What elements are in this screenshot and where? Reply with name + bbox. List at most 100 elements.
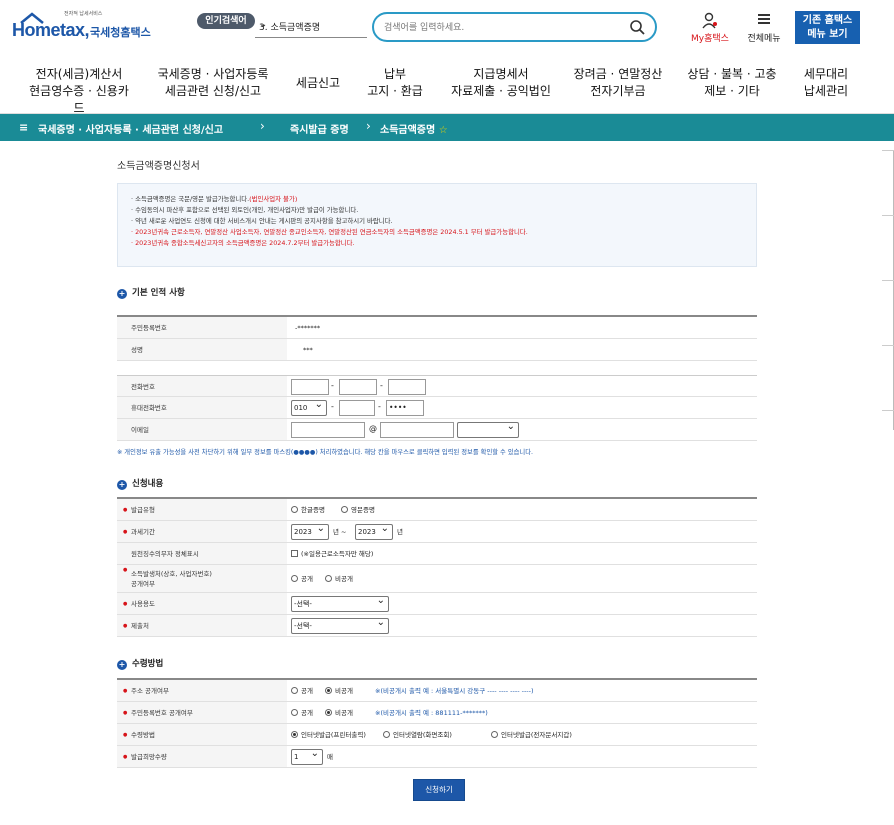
row-addr-disclose: 주소 공개여부 공개 비공개 ※(비공개시 출력 예 : 서울특별시 강동구 -… (117, 680, 757, 702)
breadcrumb-current: 소득금액증명 ☆ (380, 121, 448, 136)
all-menu-button[interactable]: 전체메뉴 (741, 12, 787, 44)
radio-label: 비공개 (335, 709, 353, 717)
page-title: 소득금액증명신청서 (117, 161, 200, 172)
notice-text: · 수임동의시 파산후 포함으로 선택된 외토인(개인, 개인사업자)만 발급이… (131, 206, 359, 214)
apply-submit-button[interactable]: 신청하기 (413, 779, 465, 801)
old-menu-line2: 메뉴 보기 (807, 29, 848, 40)
rrn-private-radio[interactable]: 비공개 (325, 702, 353, 724)
breadcrumb-root[interactable]: 국세증명 · 사업자등록 · 세금관련 신청/신고 (38, 121, 223, 136)
section-receive-heading: + 수령방법 (117, 657, 163, 670)
english-cert-radio[interactable]: 영문증명 (341, 499, 375, 521)
addr-public-radio[interactable]: 공개 (291, 680, 313, 702)
row-disclose: 소득발생처(상호, 사업자번호) 공개여부 공개 비공개 (117, 565, 757, 593)
nav-tax-agent[interactable]: 세무대리 납세관리 (796, 66, 856, 100)
search-icon[interactable] (629, 19, 645, 35)
my-hometax-button[interactable]: My홈택스 (686, 12, 734, 44)
nav-certificates[interactable]: 국세증명 · 사업자등록 세금관련 신청/신고 (152, 66, 274, 100)
nav-payment[interactable]: 납부 고지 · 환급 (362, 66, 428, 100)
mobile-part3-input[interactable]: •••• (386, 400, 424, 416)
apply-table: 발급유형 한글증명 영문증명 과세기간 2023 년 ~ 2023 년 원천징수… (117, 497, 757, 637)
radio-icon (291, 506, 298, 513)
addr-private-radio[interactable]: 비공개 (325, 680, 353, 702)
disclose-public-radio[interactable]: 공개 (291, 565, 313, 593)
row-rrn: 주민등록번호 -******* (117, 317, 757, 339)
rrn-note: ※(비공개시 출력 예 : 881111-*******) (375, 709, 488, 717)
row-use: 사용용도 -선택- (117, 593, 757, 615)
year-from-select[interactable]: 2023 (291, 522, 329, 540)
email-label: 이메일 (117, 419, 287, 440)
logo-hometax: Hometax, (12, 20, 90, 40)
nav-label: 지급명세서 (473, 67, 529, 81)
phone-part3-input[interactable] (388, 379, 426, 395)
radio-icon (325, 575, 332, 582)
old-menu-button[interactable]: 기존 홈택스 메뉴 보기 (795, 11, 860, 44)
radio-icon (291, 731, 298, 738)
popular-keyword-select[interactable]: 3. 소득금액증명 ⌄ (255, 16, 367, 38)
radio-label: 영문증명 (351, 506, 375, 514)
nav-label: 상담 · 불복 · 고충 (687, 67, 777, 81)
phone-part2-input[interactable] (339, 379, 377, 395)
radio-label: 비공개 (335, 687, 353, 695)
old-menu-line1: 기존 홈택스 (802, 15, 853, 26)
disclose-private-radio[interactable]: 비공개 (325, 565, 353, 593)
nav-sublabel: 전자기부금 (590, 84, 646, 98)
row-method: 수령방법 인터넷발급(프린터출력) 인터넷열람(화면조회) 인터넷발급(전자문서… (117, 724, 757, 746)
radio-icon (325, 687, 332, 694)
chevron-down-icon: ⌄ (259, 19, 268, 30)
nav-sublabel: 납세관리 (803, 84, 849, 98)
breadcrumb: ≡ 국세증명 · 사업자등록 · 세금관련 신청/신고 › 즉시발급 증명 › … (0, 114, 894, 141)
email-id-input[interactable] (291, 422, 365, 438)
notice-box: · 소득금액증명은 국문/영문 발급가능합니다.(법인사업자 불가) · 수임동… (117, 183, 757, 267)
breadcrumb-current-label: 소득금액증명 (380, 125, 436, 136)
radio-icon (341, 506, 348, 513)
mobile-prefix-select[interactable]: 010 (291, 398, 327, 416)
use-select[interactable]: -선택- (291, 594, 389, 612)
email-domain-select[interactable] (457, 420, 519, 438)
nav-label: 전자(세금)계산서 (35, 67, 123, 81)
submit-to-select[interactable]: -선택- (291, 616, 389, 634)
count-unit: 매 (327, 753, 333, 761)
nav-incentive[interactable]: 장려금 · 연말정산 전자기부금 (570, 66, 666, 100)
row-submit-to: 제출처 -선택- (117, 615, 757, 637)
row-mobile: 휴대전화번호 010 - - •••• (117, 397, 757, 419)
radio-icon (291, 709, 298, 716)
method-view-radio[interactable]: 인터넷열람(화면조회) (383, 724, 452, 746)
phone-part1-input[interactable] (291, 379, 329, 395)
section-title: 신청내용 (132, 479, 164, 489)
korean-cert-radio[interactable]: 한글증명 (291, 499, 325, 521)
section-basic-heading: + 기본 인적 사항 (117, 286, 185, 299)
nav-label: 납부 (383, 67, 407, 81)
divider (882, 280, 894, 281)
my-hometax-label: My홈택스 (691, 34, 729, 44)
menu-icon[interactable]: ≡ (19, 121, 28, 134)
mobile-part2-input[interactable] (339, 400, 375, 416)
year-to-select[interactable]: 2023 (355, 522, 393, 540)
nav-e-invoice[interactable]: 전자(세금)계산서 현금영수증 · 신용카드 (24, 66, 134, 117)
nav-payment-statement[interactable]: 지급명세서 자료제출 · 공익법인 (446, 66, 556, 100)
disclose-label-line2: 공개여부 (131, 580, 155, 588)
dash: - (380, 381, 383, 390)
rrn-label: 주민등록번호 (117, 317, 287, 338)
notice-red-text: · 2023년귀속 종합소득세신고자의 소득금액증명은 2024.7.2부터 발… (131, 239, 355, 247)
hometax-logo[interactable]: 전자적 납세서비스 Hometax, 국세청홈택스 (12, 10, 157, 44)
method-label: 수령방법 (117, 724, 287, 746)
method-print-radio[interactable]: 인터넷발급(프린터출력) (291, 724, 366, 746)
section-title: 수령방법 (132, 659, 164, 669)
nav-tax-report[interactable]: 세금신고 (290, 75, 346, 92)
radio-icon (325, 709, 332, 716)
search-input[interactable] (384, 20, 624, 36)
email-domain-input[interactable] (380, 422, 454, 438)
chevron-right-icon: › (260, 119, 265, 133)
count-select[interactable]: 1 (291, 747, 323, 765)
method-wallet-radio[interactable]: 인터넷발급(전자문서지갑) (491, 724, 572, 746)
breadcrumb-mid[interactable]: 즉시발급 증명 (290, 121, 349, 136)
withholding-checkbox[interactable]: (※일용근로소득자만 해당) (291, 543, 373, 565)
logo-tagline: 전자적 납세서비스 (64, 11, 103, 17)
nav-consulting[interactable]: 상담 · 불복 · 고충 제보 · 기타 (684, 66, 780, 100)
rrn-disclose-label: 주민등록번호 공개여부 (117, 702, 287, 724)
rrn-public-radio[interactable]: 공개 (291, 702, 313, 724)
top-header: 전자적 납세서비스 Hometax, 국세청홈택스 인기검색어 3. 소득금액증… (0, 0, 894, 56)
star-icon[interactable]: ☆ (439, 125, 448, 136)
addr-disclose-label: 주소 공개여부 (117, 680, 287, 702)
row-name: 성명 *** (117, 339, 757, 361)
